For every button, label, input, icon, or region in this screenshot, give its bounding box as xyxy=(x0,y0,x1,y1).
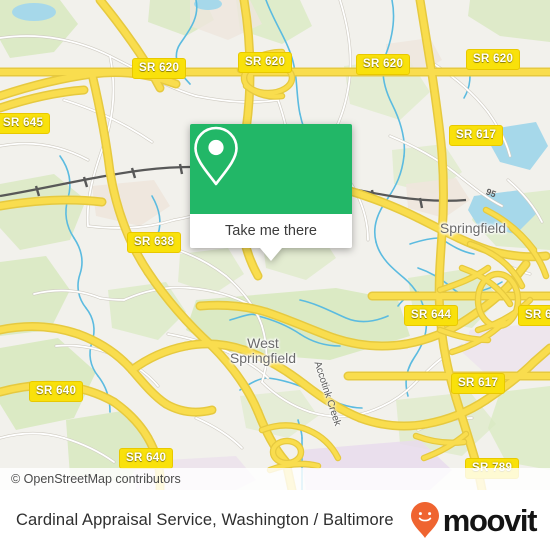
map-canvas[interactable]: SR 620 SR 620 SR 620 SR 620 SR 645 SR 617 SR 6… xyxy=(0,0,550,490)
road-shield: SR 617 xyxy=(451,373,506,394)
road-shield: SR 638 xyxy=(127,232,182,253)
map-attribution[interactable]: © OpenStreetMap contributors xyxy=(0,468,550,490)
road-shield: SR 620 xyxy=(466,49,521,70)
road-shield: SR 620 xyxy=(238,52,293,73)
road-shield: SR 645 xyxy=(0,113,51,134)
place-label: West Springfield xyxy=(229,335,297,366)
attribution-text: © OpenStreetMap contributors xyxy=(11,472,181,486)
road-shield: SR 640 xyxy=(29,381,84,402)
place-label: Springfield xyxy=(439,220,507,236)
footer-bar: Cardinal Appraisal Service, Washington /… xyxy=(0,490,550,550)
map-screenshot: SR 620 SR 620 SR 620 SR 620 SR 645 SR 617 SR 6… xyxy=(0,0,550,550)
moovit-logo[interactable]: moovit xyxy=(410,501,538,539)
popup-tail xyxy=(260,248,282,261)
road-shield: SR 640 xyxy=(119,448,174,469)
road-shield: SR 620 xyxy=(356,54,411,75)
map-pin-icon xyxy=(194,126,238,186)
take-me-there-label: Take me there xyxy=(225,223,317,239)
popup-footer[interactable]: Take me there xyxy=(190,214,352,248)
road-shield: SR 620 xyxy=(132,58,187,79)
moovit-pin-smiley-icon xyxy=(410,502,439,538)
road-shield: SR 644 xyxy=(404,305,459,326)
location-title: Cardinal Appraisal Service, Washington /… xyxy=(16,510,394,529)
location-popup[interactable]: Take me there xyxy=(190,124,352,261)
popup-header xyxy=(190,124,352,214)
road-shield: SR 644 xyxy=(518,305,550,326)
moovit-wordmark: moovit xyxy=(442,502,538,538)
road-shield: SR 617 xyxy=(449,125,504,146)
